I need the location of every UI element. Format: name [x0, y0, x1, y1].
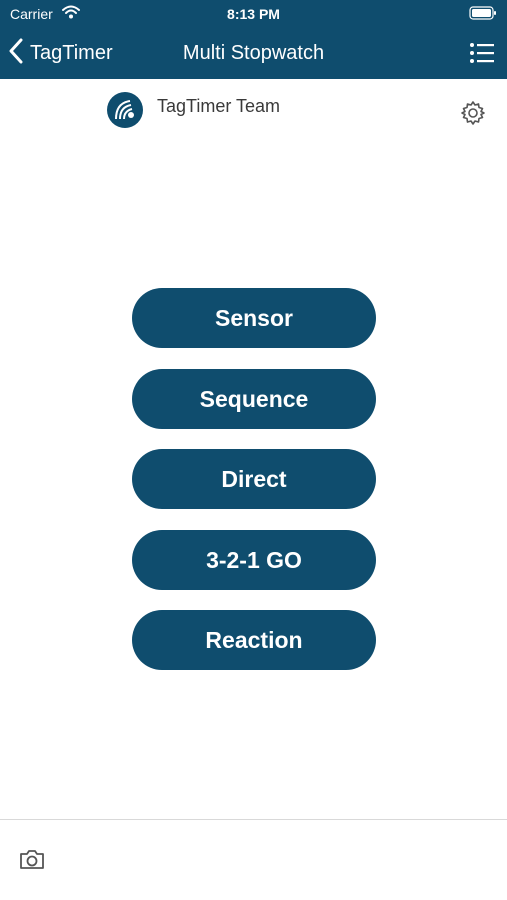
- team-header: TagTimer Team: [107, 90, 280, 130]
- status-bar: Carrier 8:13 PM: [0, 0, 507, 28]
- sensor-mode-button[interactable]: Sensor: [132, 288, 376, 348]
- sequence-mode-button[interactable]: Sequence: [132, 369, 376, 429]
- list-icon[interactable]: [469, 40, 495, 66]
- battery-icon: [469, 6, 497, 25]
- gear-icon[interactable]: [460, 100, 486, 126]
- team-logo: [107, 92, 143, 128]
- direct-mode-button[interactable]: Direct: [132, 449, 376, 509]
- countdown-mode-button[interactable]: 3-2-1 GO: [132, 530, 376, 590]
- page-title: Multi Stopwatch: [182, 42, 325, 64]
- bottom-divider: [0, 819, 507, 820]
- status-time: 8:13 PM: [227, 6, 280, 22]
- camera-icon[interactable]: [18, 846, 46, 872]
- navigation-bar: TagTimer Multi Stopwatch: [0, 28, 507, 79]
- reaction-mode-button[interactable]: Reaction: [132, 610, 376, 670]
- team-name: TagTimer Team: [157, 95, 281, 116]
